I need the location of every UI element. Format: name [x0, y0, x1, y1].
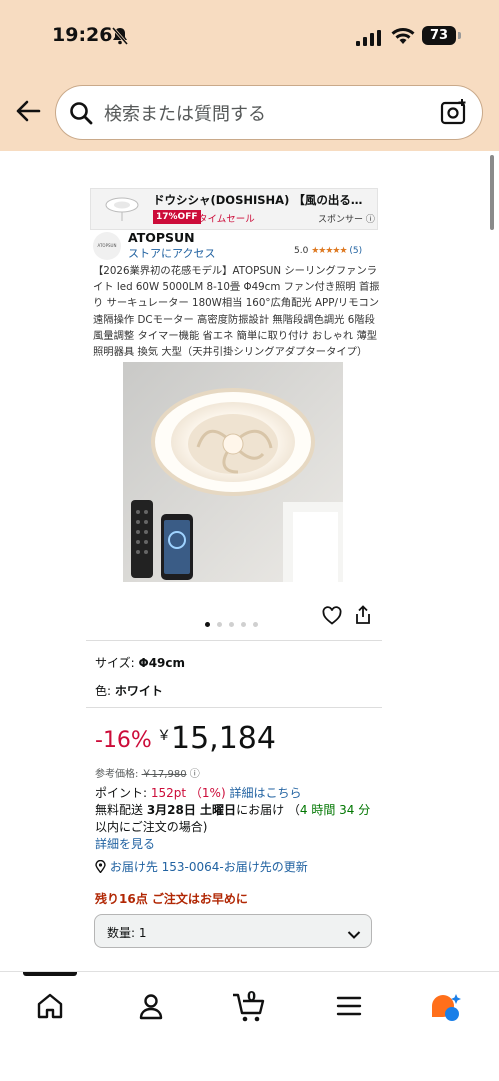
search-header: 検索または質問する [0, 76, 499, 151]
quantity-dropdown[interactable]: 数量: 1 [94, 914, 372, 948]
cellular-signal-icon [356, 30, 382, 50]
carousel-dot[interactable] [205, 622, 210, 627]
delivery-address-link[interactable]: お届け先 153-0064-お届け先の更新 [95, 858, 308, 875]
product-title: 【2026業界初の花感モデル】ATOPSUN シーリングファンライト led 6… [93, 265, 380, 359]
delivery-details-link[interactable]: 詳細を見る [95, 837, 155, 851]
size-label: サイズ: [95, 656, 139, 670]
brand-logo[interactable]: ATOPSUN [93, 232, 121, 260]
wishlist-heart-icon[interactable] [322, 606, 342, 630]
status-bar: 19:26 73 [0, 0, 499, 76]
delivery-info: 無料配送 3月28日 土曜日にお届け （4 時間 34 分以内にご注文の場合) … [95, 802, 375, 853]
sponsored-ad-banner[interactable]: ドウシシャ(DOSHISHA) 【風の出る照明… 17%OFF タイムセール ス… [90, 188, 378, 230]
size-value: Φ49cm [138, 656, 186, 670]
carousel-dot[interactable] [253, 622, 258, 627]
menu-icon[interactable] [335, 992, 363, 1024]
active-tab-indicator [23, 972, 77, 976]
quantity-label: 数量: 1 [107, 926, 147, 940]
delivery-suffix: にお届け （ [236, 803, 300, 817]
search-icon [68, 100, 94, 130]
ai-assistant-icon[interactable] [428, 992, 464, 1028]
battery-tip [458, 32, 461, 39]
points-details-link[interactable]: 詳細はこちら [229, 786, 301, 800]
wifi-icon [391, 27, 415, 49]
rating-summary[interactable]: 5.0 ★★★★★ (5) [294, 246, 362, 256]
battery-indicator: 73 [422, 26, 456, 45]
silent-bell-icon [111, 27, 129, 49]
info-icon[interactable]: ⓘ [190, 769, 200, 780]
points-value: 152pt （1%) [150, 786, 226, 800]
reference-price: 参考価格: ￥17,980 ⓘ [95, 765, 200, 780]
chevron-down-icon [347, 925, 361, 944]
info-icon[interactable]: ⓘ [366, 215, 375, 225]
camera-search-icon[interactable] [440, 98, 468, 130]
size-selector[interactable]: サイズ: Φ49cm [95, 654, 185, 671]
bottom-tab-bar: 0 [0, 971, 499, 1081]
address-text: お届け先 153-0064-お届け先の更新 [109, 860, 308, 874]
divider [86, 640, 382, 641]
sponsored-label[interactable]: スポンサー ⓘ [318, 212, 375, 225]
store-link[interactable]: ストアにアクセス [128, 245, 215, 261]
color-value: ホワイト [114, 684, 163, 698]
share-icon[interactable] [354, 605, 372, 629]
delivery-countdown: 4 時間 34 分 [299, 803, 371, 817]
search-input[interactable]: 検索または質問する [56, 86, 482, 139]
cart-count: 0 [247, 990, 257, 1005]
image-carousel-dots[interactable] [205, 612, 265, 631]
home-icon[interactable] [36, 992, 64, 1024]
review-count[interactable]: (5) [349, 246, 362, 256]
deal-label: タイムセール [198, 214, 255, 225]
price-value: 15,184 [171, 721, 276, 756]
divider [86, 707, 382, 708]
product-image[interactable] [123, 362, 343, 582]
reference-price-value: ￥17,980 [141, 769, 187, 780]
reference-price-label: 参考価格: [95, 769, 142, 780]
carousel-dot[interactable] [229, 622, 234, 627]
back-arrow-icon[interactable] [15, 98, 41, 128]
carousel-dot[interactable] [217, 622, 222, 627]
points-row: ポイント: 152pt （1%) 詳細はこちら [95, 784, 301, 801]
location-pin-icon [95, 859, 106, 874]
color-label: 色: [95, 684, 115, 698]
price: ￥15,184 [157, 721, 276, 756]
sponsored-text: スポンサー [318, 215, 364, 225]
star-rating-icon: ★★★★★ [311, 246, 347, 256]
sponsored-title[interactable]: ドウシシャ(DOSHISHA) 【風の出る照明… [153, 192, 373, 208]
color-selector[interactable]: 色: ホワイト [95, 682, 163, 699]
brand-name: ATOPSUN [128, 230, 195, 245]
delivery-date: 3月28日 土曜日 [146, 803, 237, 817]
discount-percent: -16% [95, 728, 152, 753]
clock: 19:26 [52, 24, 113, 46]
scrollbar[interactable] [490, 155, 494, 230]
search-placeholder: 検索または質問する [104, 104, 266, 125]
points-label: ポイント: [95, 786, 151, 800]
sponsored-product-image [101, 195, 143, 223]
delivery-tail: 以内にご注文の場合) [95, 820, 208, 834]
account-icon[interactable] [137, 992, 165, 1024]
delivery-prefix: 無料配送 [95, 803, 147, 817]
rating-value: 5.0 [294, 246, 309, 256]
currency-symbol: ￥ [157, 728, 171, 744]
stock-warning: 残り16点 ご注文はお早めに [95, 892, 248, 906]
discount-badge: 17%OFF [153, 210, 201, 224]
carousel-dot[interactable] [241, 622, 246, 627]
